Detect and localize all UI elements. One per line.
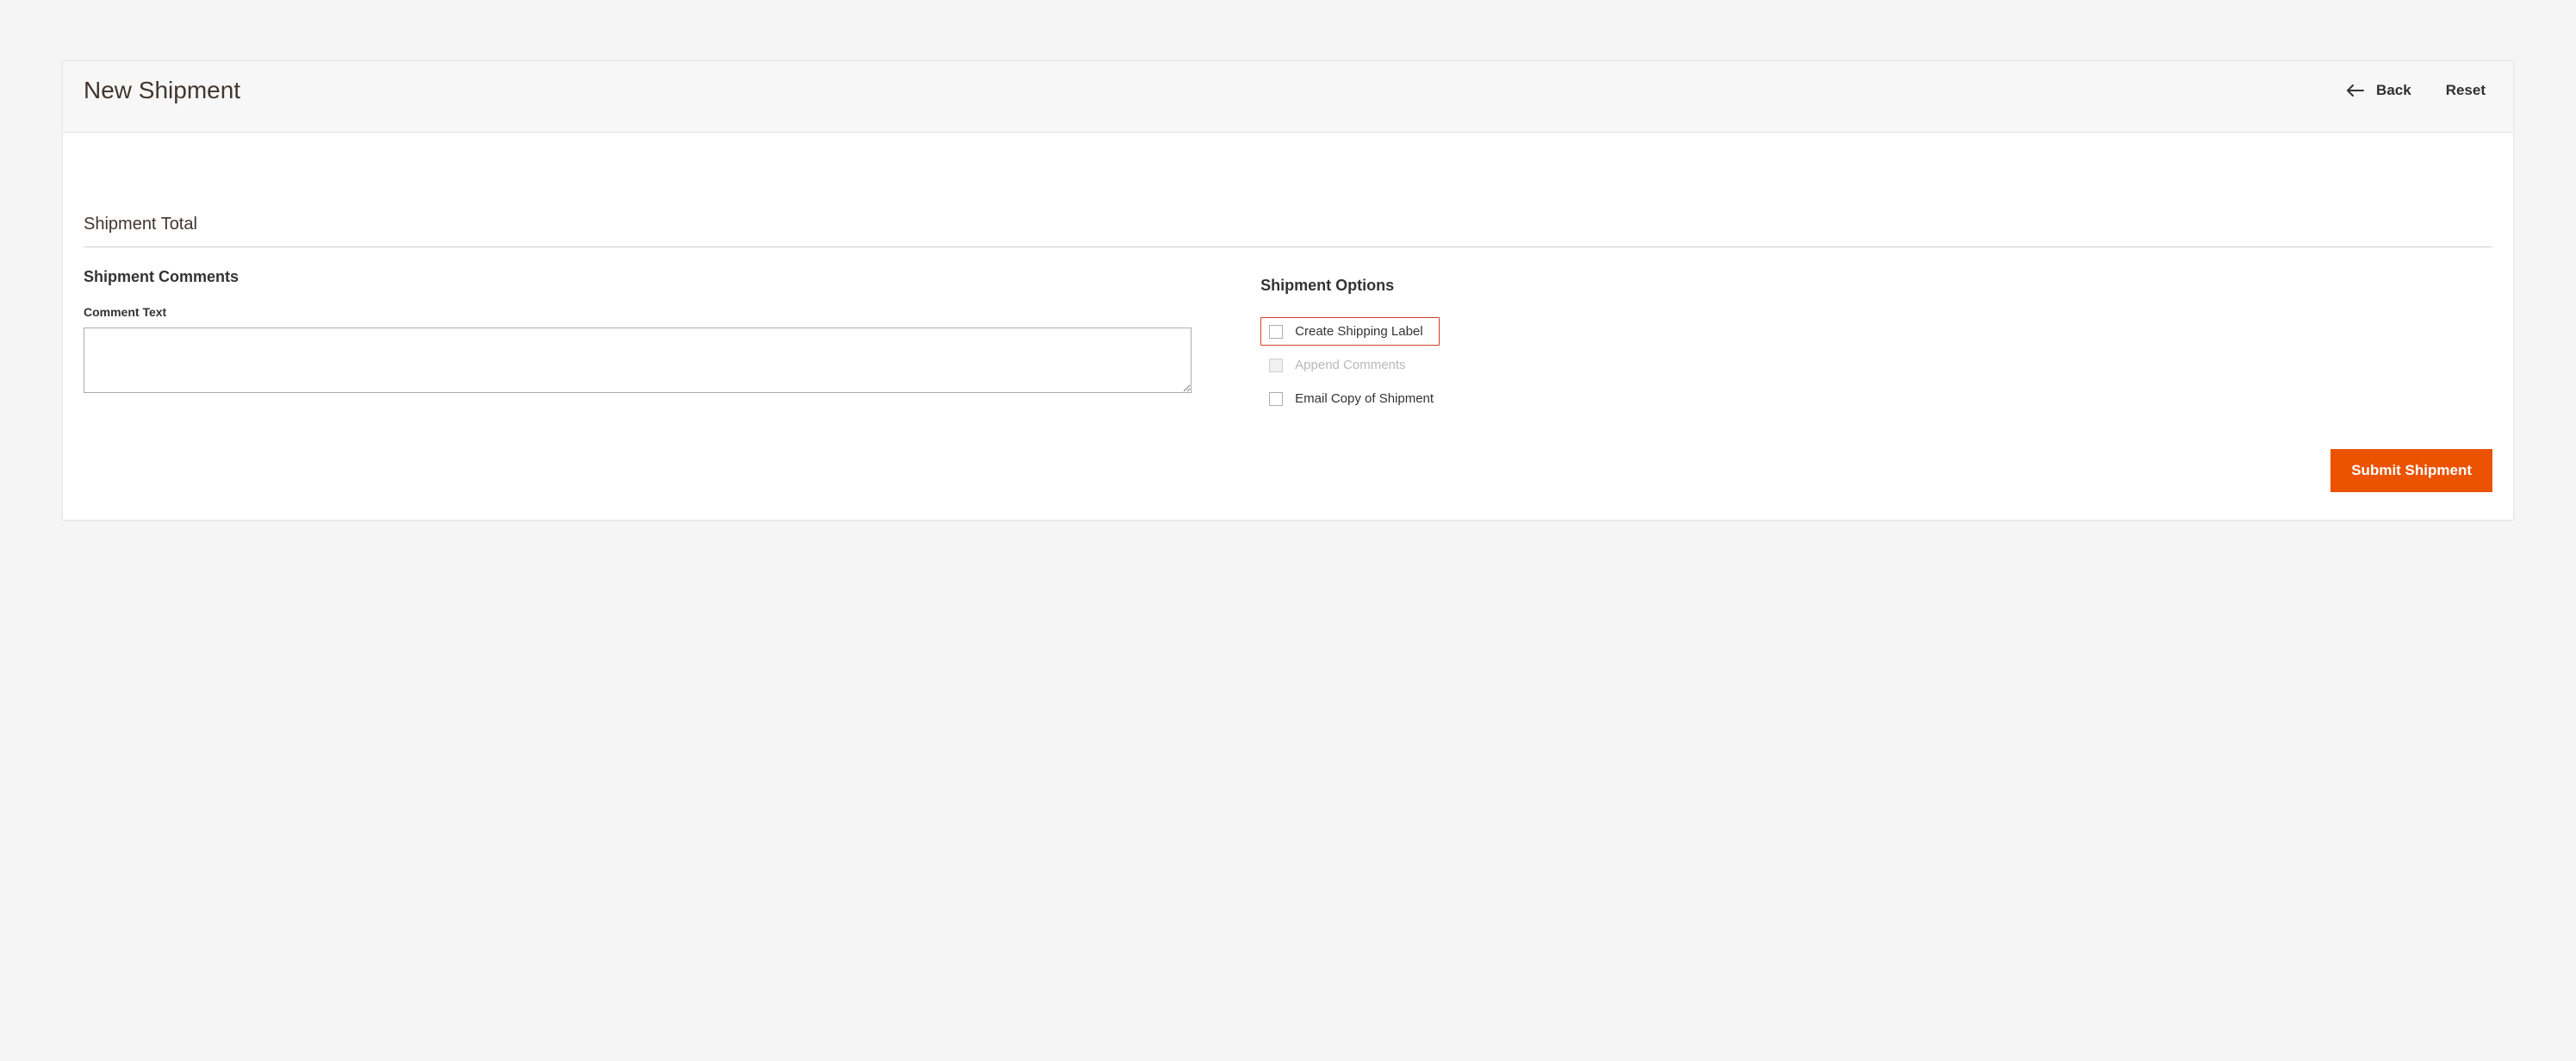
option-email-copy[interactable]: Email Copy of Shipment (1260, 384, 1442, 413)
append-comments-checkbox (1269, 359, 1283, 372)
email-copy-label[interactable]: Email Copy of Shipment (1295, 391, 1434, 406)
options-column: Shipment Options Create Shipping Label A… (1260, 268, 2492, 492)
comment-field-label: Comment Text (84, 305, 1192, 319)
option-create-shipping-label[interactable]: Create Shipping Label (1260, 317, 1439, 346)
reset-label: Reset (2446, 82, 2486, 99)
card-body: Shipment Total Shipment Comments Comment… (63, 133, 2513, 520)
back-label: Back (2376, 82, 2411, 99)
options-heading: Shipment Options (1260, 277, 2492, 295)
create-shipping-label-label[interactable]: Create Shipping Label (1295, 324, 1422, 339)
option-append-comments: Append Comments (1260, 351, 1414, 379)
comment-textarea[interactable] (84, 328, 1192, 393)
shipment-card: New Shipment Back Reset Shipment Total S… (62, 60, 2514, 521)
comments-column: Shipment Comments Comment Text (84, 268, 1192, 492)
append-comments-label: Append Comments (1295, 358, 1405, 372)
create-shipping-label-checkbox[interactable] (1269, 325, 1283, 339)
submit-shipment-button[interactable]: Submit Shipment (2330, 449, 2492, 492)
email-copy-checkbox[interactable] (1269, 392, 1283, 406)
card-header: New Shipment Back Reset (63, 61, 2513, 133)
reset-button[interactable]: Reset (2446, 82, 2486, 99)
columns: Shipment Comments Comment Text Shipment … (84, 268, 2492, 492)
arrow-left-icon (2347, 84, 2364, 97)
page-title: New Shipment (84, 77, 240, 104)
header-actions: Back Reset (2347, 82, 2492, 99)
back-button[interactable]: Back (2347, 82, 2411, 99)
comments-heading: Shipment Comments (84, 268, 1192, 286)
section-title: Shipment Total (84, 215, 2492, 247)
actions-bar: Submit Shipment (1260, 449, 2492, 492)
